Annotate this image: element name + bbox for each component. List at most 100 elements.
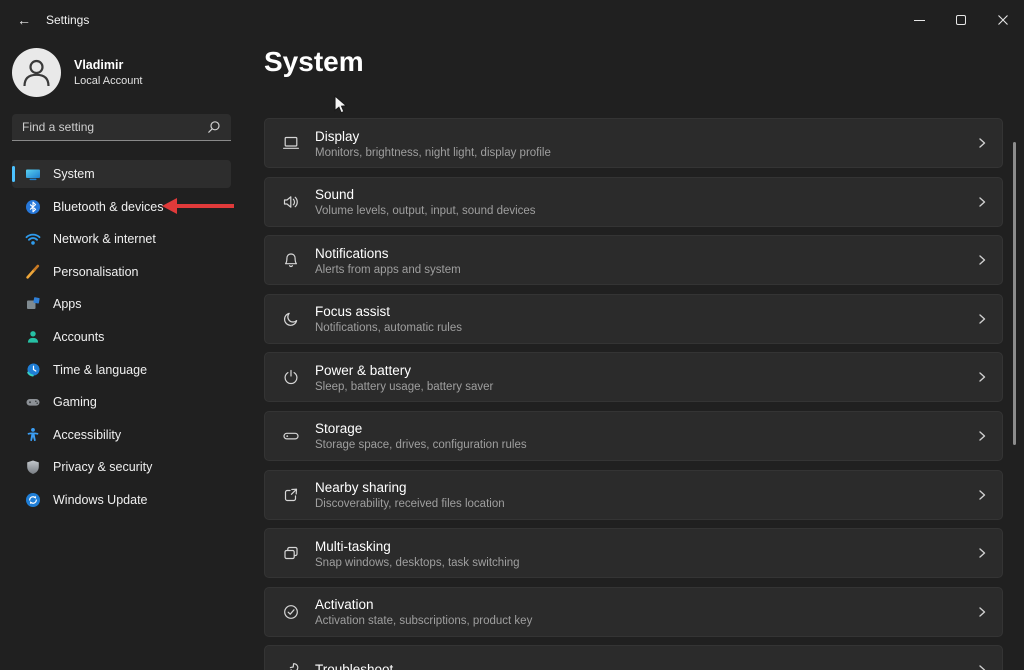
update-arrows-icon: [25, 492, 41, 508]
account-section[interactable]: Vladimir Local Account: [12, 48, 143, 97]
card-desc: Volume levels, output, input, sound devi…: [315, 205, 536, 218]
card-nearby-sharing[interactable]: Nearby sharing Discoverability, received…: [264, 469, 1003, 520]
bluetooth-icon: [25, 199, 41, 215]
card-title: Notifications: [315, 245, 389, 261]
drive-icon: [281, 426, 301, 446]
page-title: System: [264, 46, 364, 77]
card-sound[interactable]: Sound Volume levels, output, input, soun…: [264, 176, 1003, 227]
sidebar-item-time-language[interactable]: Time & language: [12, 356, 231, 384]
chevron-right-icon: [976, 196, 988, 208]
sidebar-item-label: Privacy & security: [53, 460, 153, 475]
accessibility-person-icon: [25, 427, 41, 443]
laptop-icon: [281, 133, 301, 153]
search-icon: [208, 121, 220, 133]
power-icon: [281, 367, 301, 387]
card-title: Storage: [315, 421, 363, 437]
sidebar-item-label: Personalisation: [53, 264, 139, 279]
sidebar-item-label: Accessibility: [53, 427, 122, 442]
person-avatar-icon: [23, 59, 50, 87]
account-name: Vladimir: [74, 58, 124, 72]
chevron-right-icon: [976, 489, 988, 501]
card-multi-tasking[interactable]: Multi-tasking Snap windows, desktops, ta…: [264, 528, 1003, 579]
card-activation[interactable]: Activation Activation state, subscriptio…: [264, 586, 1003, 637]
card-power-battery[interactable]: Power & battery Sleep, battery usage, ba…: [264, 352, 1003, 403]
maximize-button[interactable]: [940, 0, 982, 40]
card-title: Sound: [315, 187, 355, 203]
shield-icon: [25, 459, 41, 475]
check-circle-icon: [281, 602, 301, 622]
sidebar-item-accounts[interactable]: Accounts: [12, 323, 231, 351]
wrench-icon: [281, 660, 301, 670]
sidebar-item-network-internet[interactable]: Network & internet: [12, 225, 231, 253]
close-icon: [998, 15, 1008, 25]
account-type: Local Account: [74, 75, 143, 87]
card-title: Multi-tasking: [315, 538, 391, 554]
card-desc: Snap windows, desktops, task switching: [315, 556, 520, 569]
minimize-button[interactable]: [898, 0, 940, 40]
chevron-right-icon: [976, 547, 988, 559]
sidebar-item-label: Windows Update: [53, 492, 148, 507]
card-title: Focus assist: [315, 304, 391, 320]
chevron-right-icon: [976, 664, 988, 670]
monitor-icon: [25, 166, 41, 182]
minimize-icon: [913, 19, 925, 21]
sidebar-item-label: Time & language: [53, 362, 148, 377]
avatar: [12, 48, 61, 97]
card-focus-assist[interactable]: Focus assist Notifications, automatic ru…: [264, 293, 1003, 344]
search-input[interactable]: Find a setting: [12, 114, 231, 141]
wifi-icon: [25, 231, 41, 247]
maximize-icon: [956, 15, 966, 25]
sidebar-item-apps[interactable]: Apps: [12, 290, 231, 318]
sidebar-item-system[interactable]: System: [12, 160, 231, 188]
chevron-right-icon: [976, 313, 988, 325]
sidebar: Vladimir Local Account Find a setting Sy…: [0, 40, 250, 670]
card-title: Display: [315, 128, 360, 144]
sidebar-item-windows-update[interactable]: Windows Update: [12, 486, 231, 514]
sidebar-item-label: Gaming: [53, 395, 97, 410]
chevron-right-icon: [976, 430, 988, 442]
share-icon: [281, 485, 301, 505]
mouse-cursor-icon: [334, 95, 349, 116]
card-desc: Storage space, drives, configuration rul…: [315, 439, 527, 452]
sidebar-item-accessibility[interactable]: Accessibility: [12, 421, 231, 449]
sidebar-item-personalisation[interactable]: Personalisation: [12, 258, 231, 286]
gamepad-icon: [25, 394, 41, 410]
chevron-right-icon: [976, 371, 988, 383]
windows-stack-icon: [281, 543, 301, 563]
card-title: Activation: [315, 597, 374, 613]
card-desc: Activation state, subscriptions, product…: [315, 615, 533, 628]
paintbrush-icon: [25, 264, 41, 280]
clock-icon: [25, 362, 41, 378]
card-desc: Sleep, battery usage, battery saver: [315, 380, 494, 393]
close-button[interactable]: [982, 0, 1024, 40]
sidebar-item-label: Network & internet: [53, 232, 156, 247]
bell-icon: [281, 250, 301, 270]
card-troubleshoot[interactable]: Troubleshoot: [264, 645, 1003, 670]
card-display[interactable]: Display Monitors, brightness, night ligh…: [264, 118, 1003, 168]
window-controls: [898, 0, 1024, 40]
card-title: Power & battery: [315, 362, 412, 378]
scrollbar[interactable]: [1013, 142, 1016, 445]
card-desc: Discoverability, received files location: [315, 498, 505, 511]
titlebar: ← Settings: [0, 0, 1024, 40]
chevron-right-icon: [976, 137, 988, 149]
moon-icon: [281, 309, 301, 329]
card-desc: Monitors, brightness, night light, displ…: [315, 146, 551, 159]
card-notifications[interactable]: Notifications Alerts from apps and syste…: [264, 235, 1003, 286]
app-title: Settings: [46, 13, 90, 27]
sidebar-item-privacy-security[interactable]: Privacy & security: [12, 453, 231, 481]
sidebar-item-label: System: [53, 167, 95, 181]
back-button[interactable]: ←: [8, 7, 40, 33]
annotation-arrow-icon: [162, 197, 234, 215]
card-title: Nearby sharing: [315, 480, 407, 496]
card-desc: Alerts from apps and system: [315, 263, 461, 276]
sidebar-item-gaming[interactable]: Gaming: [12, 388, 231, 416]
settings-card-list: Display Monitors, brightness, night ligh…: [264, 118, 1003, 670]
search-placeholder: Find a setting: [22, 120, 95, 134]
sidebar-item-label: Bluetooth & devices: [53, 199, 164, 214]
back-arrow-icon: ←: [17, 12, 31, 28]
person-icon: [25, 329, 41, 345]
sidebar-item-label: Apps: [53, 297, 82, 312]
speaker-icon: [281, 192, 301, 212]
card-storage[interactable]: Storage Storage space, drives, configura…: [264, 410, 1003, 461]
